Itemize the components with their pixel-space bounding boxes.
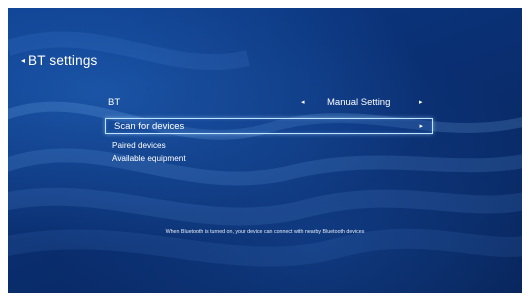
chevron-right-icon: ▸ (419, 123, 423, 130)
back-arrow-icon[interactable]: ◂ (21, 56, 25, 65)
bt-mode-value: Manual Setting (327, 96, 391, 108)
available-equipment-heading[interactable]: Available equipment (112, 154, 186, 163)
bt-mode-row[interactable]: BT ◂ Manual Setting ▸ (108, 93, 435, 111)
chevron-right-icon[interactable]: ▸ (419, 98, 423, 106)
scan-for-devices-label: Scan for devices (114, 120, 185, 132)
page-title: BT settings (28, 53, 98, 68)
background-waves (8, 31, 522, 267)
page-header[interactable]: ◂ BT settings (21, 53, 98, 68)
paired-devices-heading[interactable]: Paired devices (112, 141, 166, 150)
bluetooth-hint-text: When Bluetooth is turned on, your device… (165, 229, 365, 235)
bt-settings-screen: ◂ BT settings BT ◂ Manual Setting ▸ Scan… (8, 8, 522, 293)
bt-label: BT (108, 96, 121, 108)
scan-for-devices-button[interactable]: Scan for devices ▸ (105, 118, 433, 134)
chevron-left-icon[interactable]: ◂ (301, 98, 305, 106)
